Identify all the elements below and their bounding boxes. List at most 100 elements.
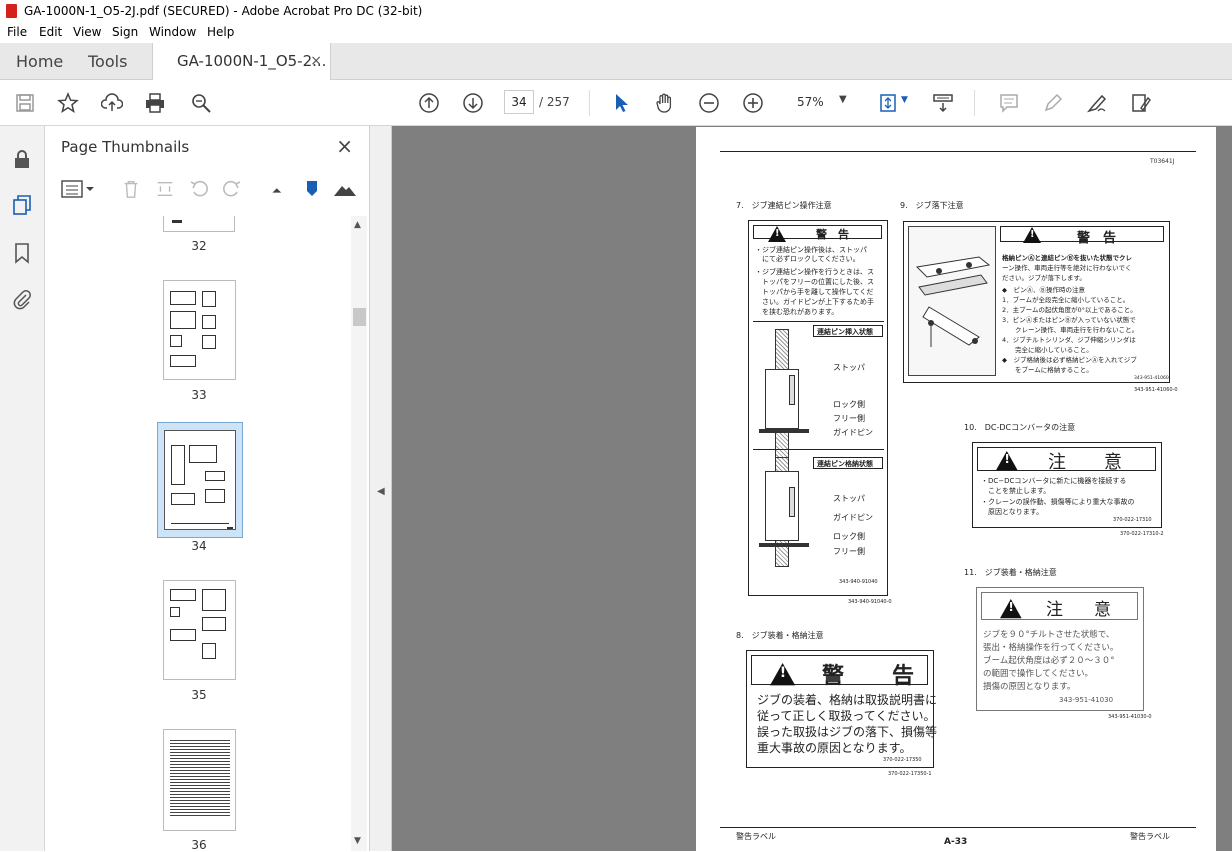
label-text: 損傷の原因となります。 xyxy=(983,682,1076,692)
jib-drop-diagram xyxy=(908,226,996,376)
fit-page-icon[interactable] xyxy=(876,90,902,116)
menu-view[interactable]: View xyxy=(73,25,101,39)
zoom-in-icon[interactable] xyxy=(740,90,766,116)
scroll-up-icon[interactable]: ▲ xyxy=(354,220,361,230)
label-part-code: 343-951-41030 xyxy=(1059,696,1114,704)
thumbnail-scrollbar[interactable]: ▲ ▼ xyxy=(351,216,367,851)
label-10-box: 注 意 ・DC−DCコンバータに新たに機器を接続する ことを禁止します。 ・クレ… xyxy=(972,442,1162,528)
pin-stored-diagram xyxy=(759,457,809,567)
section-10-title: 10. DC-DCコンバータの注意 xyxy=(964,423,1076,432)
thumbnail-size-slider-icon[interactable] xyxy=(305,178,319,200)
thumbnail-small-icon[interactable] xyxy=(271,178,287,200)
scroll-down-icon[interactable]: ▼ xyxy=(354,836,361,846)
scrollbar-thumb[interactable] xyxy=(353,308,366,326)
thumbnail-label: 36 xyxy=(191,838,207,852)
previous-page-icon[interactable] xyxy=(416,90,442,116)
diagram-2-title: 連結ピン格納状態 xyxy=(817,460,873,468)
tab-home[interactable]: Home xyxy=(16,43,63,80)
rotate-right-icon[interactable] xyxy=(221,178,243,200)
label-11-header: 注 意 xyxy=(981,592,1138,620)
delete-page-icon[interactable] xyxy=(121,178,141,200)
collapse-panel-icon[interactable]: ◀ xyxy=(377,486,385,497)
zoom-dropdown[interactable]: 57% ▼ xyxy=(785,90,855,116)
tab-bar: Home Tools GA-1000N-1_O5-2... × xyxy=(0,43,1232,81)
label-text: 張出・格納操作を行ってください。 xyxy=(983,643,1119,653)
label-text: トッパをフリーの位置にした後、ス xyxy=(755,278,874,286)
thumbnail-page-32[interactable] xyxy=(163,216,235,232)
highlight-pen-icon[interactable] xyxy=(1040,90,1066,116)
label-text: ブーム起伏角度は必ず２０〜３０° xyxy=(983,656,1115,666)
page-total: / 257 xyxy=(539,95,570,109)
diagram-2-title-box: 連結ピン格納状態 xyxy=(813,457,883,469)
label-9-header: 警 告 xyxy=(1000,226,1164,246)
label-part-code: 343-951-41060 xyxy=(1134,376,1169,381)
menu-file[interactable]: File xyxy=(7,25,27,39)
label-text: 3．ピンⒶまたはピンⒷが入っていない状態で xyxy=(1002,316,1136,324)
menu-help[interactable]: Help xyxy=(207,25,234,39)
thumbnail-options-icon[interactable] xyxy=(61,178,95,200)
label-stopper: ストッパ xyxy=(833,494,865,503)
upload-cloud-icon[interactable] xyxy=(99,90,125,116)
comment-icon[interactable] xyxy=(996,90,1022,116)
next-page-icon[interactable] xyxy=(460,90,486,116)
panel-close-icon[interactable]: × xyxy=(336,134,353,158)
label-part-code: 343-940-91040 xyxy=(839,579,878,585)
label-part-code: 370-022-17350-1 xyxy=(888,771,932,777)
sign-pen-icon[interactable] xyxy=(1084,90,1110,116)
label-free-side: フリー側 xyxy=(833,547,865,556)
lock-icon[interactable] xyxy=(11,148,33,170)
label-8-header: 警 告 xyxy=(751,655,928,689)
warning-triangle-icon xyxy=(770,663,796,686)
fit-page-chevron-icon[interactable]: ▼ xyxy=(901,95,908,105)
thumbnail-page-35[interactable] xyxy=(163,580,236,680)
scroll-mode-icon[interactable] xyxy=(930,90,956,116)
label-part-code: 370-022-17310-2 xyxy=(1120,531,1164,537)
attachments-paperclip-icon[interactable] xyxy=(11,288,33,310)
panel-splitter[interactable]: ◀ xyxy=(370,126,392,851)
label-text: 4．ジブチルトシリンダ、ジブ伸縮シリンダは xyxy=(1002,336,1136,344)
title-bar: GA-1000N-1_O5-2J.pdf (SECURED) - Adobe A… xyxy=(0,0,1232,22)
edit-form-icon[interactable] xyxy=(1128,90,1154,116)
diagram-1-title: 連結ピン挿入状態 xyxy=(817,328,873,336)
zoom-search-icon[interactable] xyxy=(188,90,214,116)
extract-page-icon[interactable] xyxy=(155,178,175,200)
toolbar: 34 / 257 57% ▼ ▼ xyxy=(0,80,1232,126)
label-text: 原因となります。 xyxy=(981,508,1044,516)
bookmarks-icon[interactable] xyxy=(11,242,33,264)
select-cursor-icon[interactable] xyxy=(608,90,634,116)
print-icon[interactable] xyxy=(142,90,168,116)
tab-tools[interactable]: Tools xyxy=(88,43,127,80)
label-text: 1．ブームが全段完全に縮小していること。 xyxy=(1002,296,1130,304)
warning-triangle-icon xyxy=(996,451,1018,471)
thumbnail-large-icon[interactable] xyxy=(333,178,357,200)
label-text: ・DC−DCコンバータに新たに機器を接続する xyxy=(981,477,1127,485)
hand-tool-icon[interactable] xyxy=(652,90,678,116)
tab-close-icon[interactable]: × xyxy=(310,43,322,80)
tab-document[interactable]: GA-1000N-1_O5-2... × xyxy=(152,43,331,81)
label-text: ジブの装着、格納は取扱説明書に xyxy=(757,693,938,707)
menu-edit[interactable]: Edit xyxy=(39,25,62,39)
menu-window[interactable]: Window xyxy=(149,25,196,39)
bookmark-star-icon[interactable] xyxy=(55,90,81,116)
label-text: 2．主ブームの起伏角度が0°以上であること。 xyxy=(1002,306,1137,314)
save-icon[interactable] xyxy=(12,90,38,116)
label-guide-pin: ガイドピン xyxy=(833,428,873,437)
window-title: GA-1000N-1_O5-2J.pdf (SECURED) - Adobe A… xyxy=(24,4,423,18)
label-part-code: 343-951-41060-0 xyxy=(1134,387,1178,393)
menu-sign[interactable]: Sign xyxy=(112,25,138,39)
label-text: さい。ガイドピンが上下するため手 xyxy=(755,298,874,306)
page-thumbnails-panel: Page Thumbnails × 32 33 34 35 36 xyxy=(45,126,370,852)
zoom-out-icon[interactable] xyxy=(696,90,722,116)
section-11-title: 11. ジブ装着・格納注意 xyxy=(964,568,1057,577)
label-text: 格納ピンⒶと連結ピンⒷを抜いた状態でクレ xyxy=(1002,254,1132,262)
label-text: ◆ ジブ格納後は必ず格納ピンⒶを入れてジブ xyxy=(1002,356,1137,364)
label-part-code: 343-940-91040-0 xyxy=(848,599,892,605)
thumbnail-page-36[interactable] xyxy=(163,729,236,831)
label-8-heading-a: 警 xyxy=(822,664,845,689)
page-number-input[interactable]: 34 xyxy=(504,90,534,114)
thumbnail-page-34[interactable] xyxy=(164,430,236,530)
rotate-left-icon[interactable] xyxy=(188,178,210,200)
label-text: ・クレーンの誤作動、損傷等により重大な事故の xyxy=(981,498,1135,506)
thumbnail-page-33[interactable] xyxy=(163,280,236,380)
page-thumbnails-icon[interactable] xyxy=(11,194,33,216)
